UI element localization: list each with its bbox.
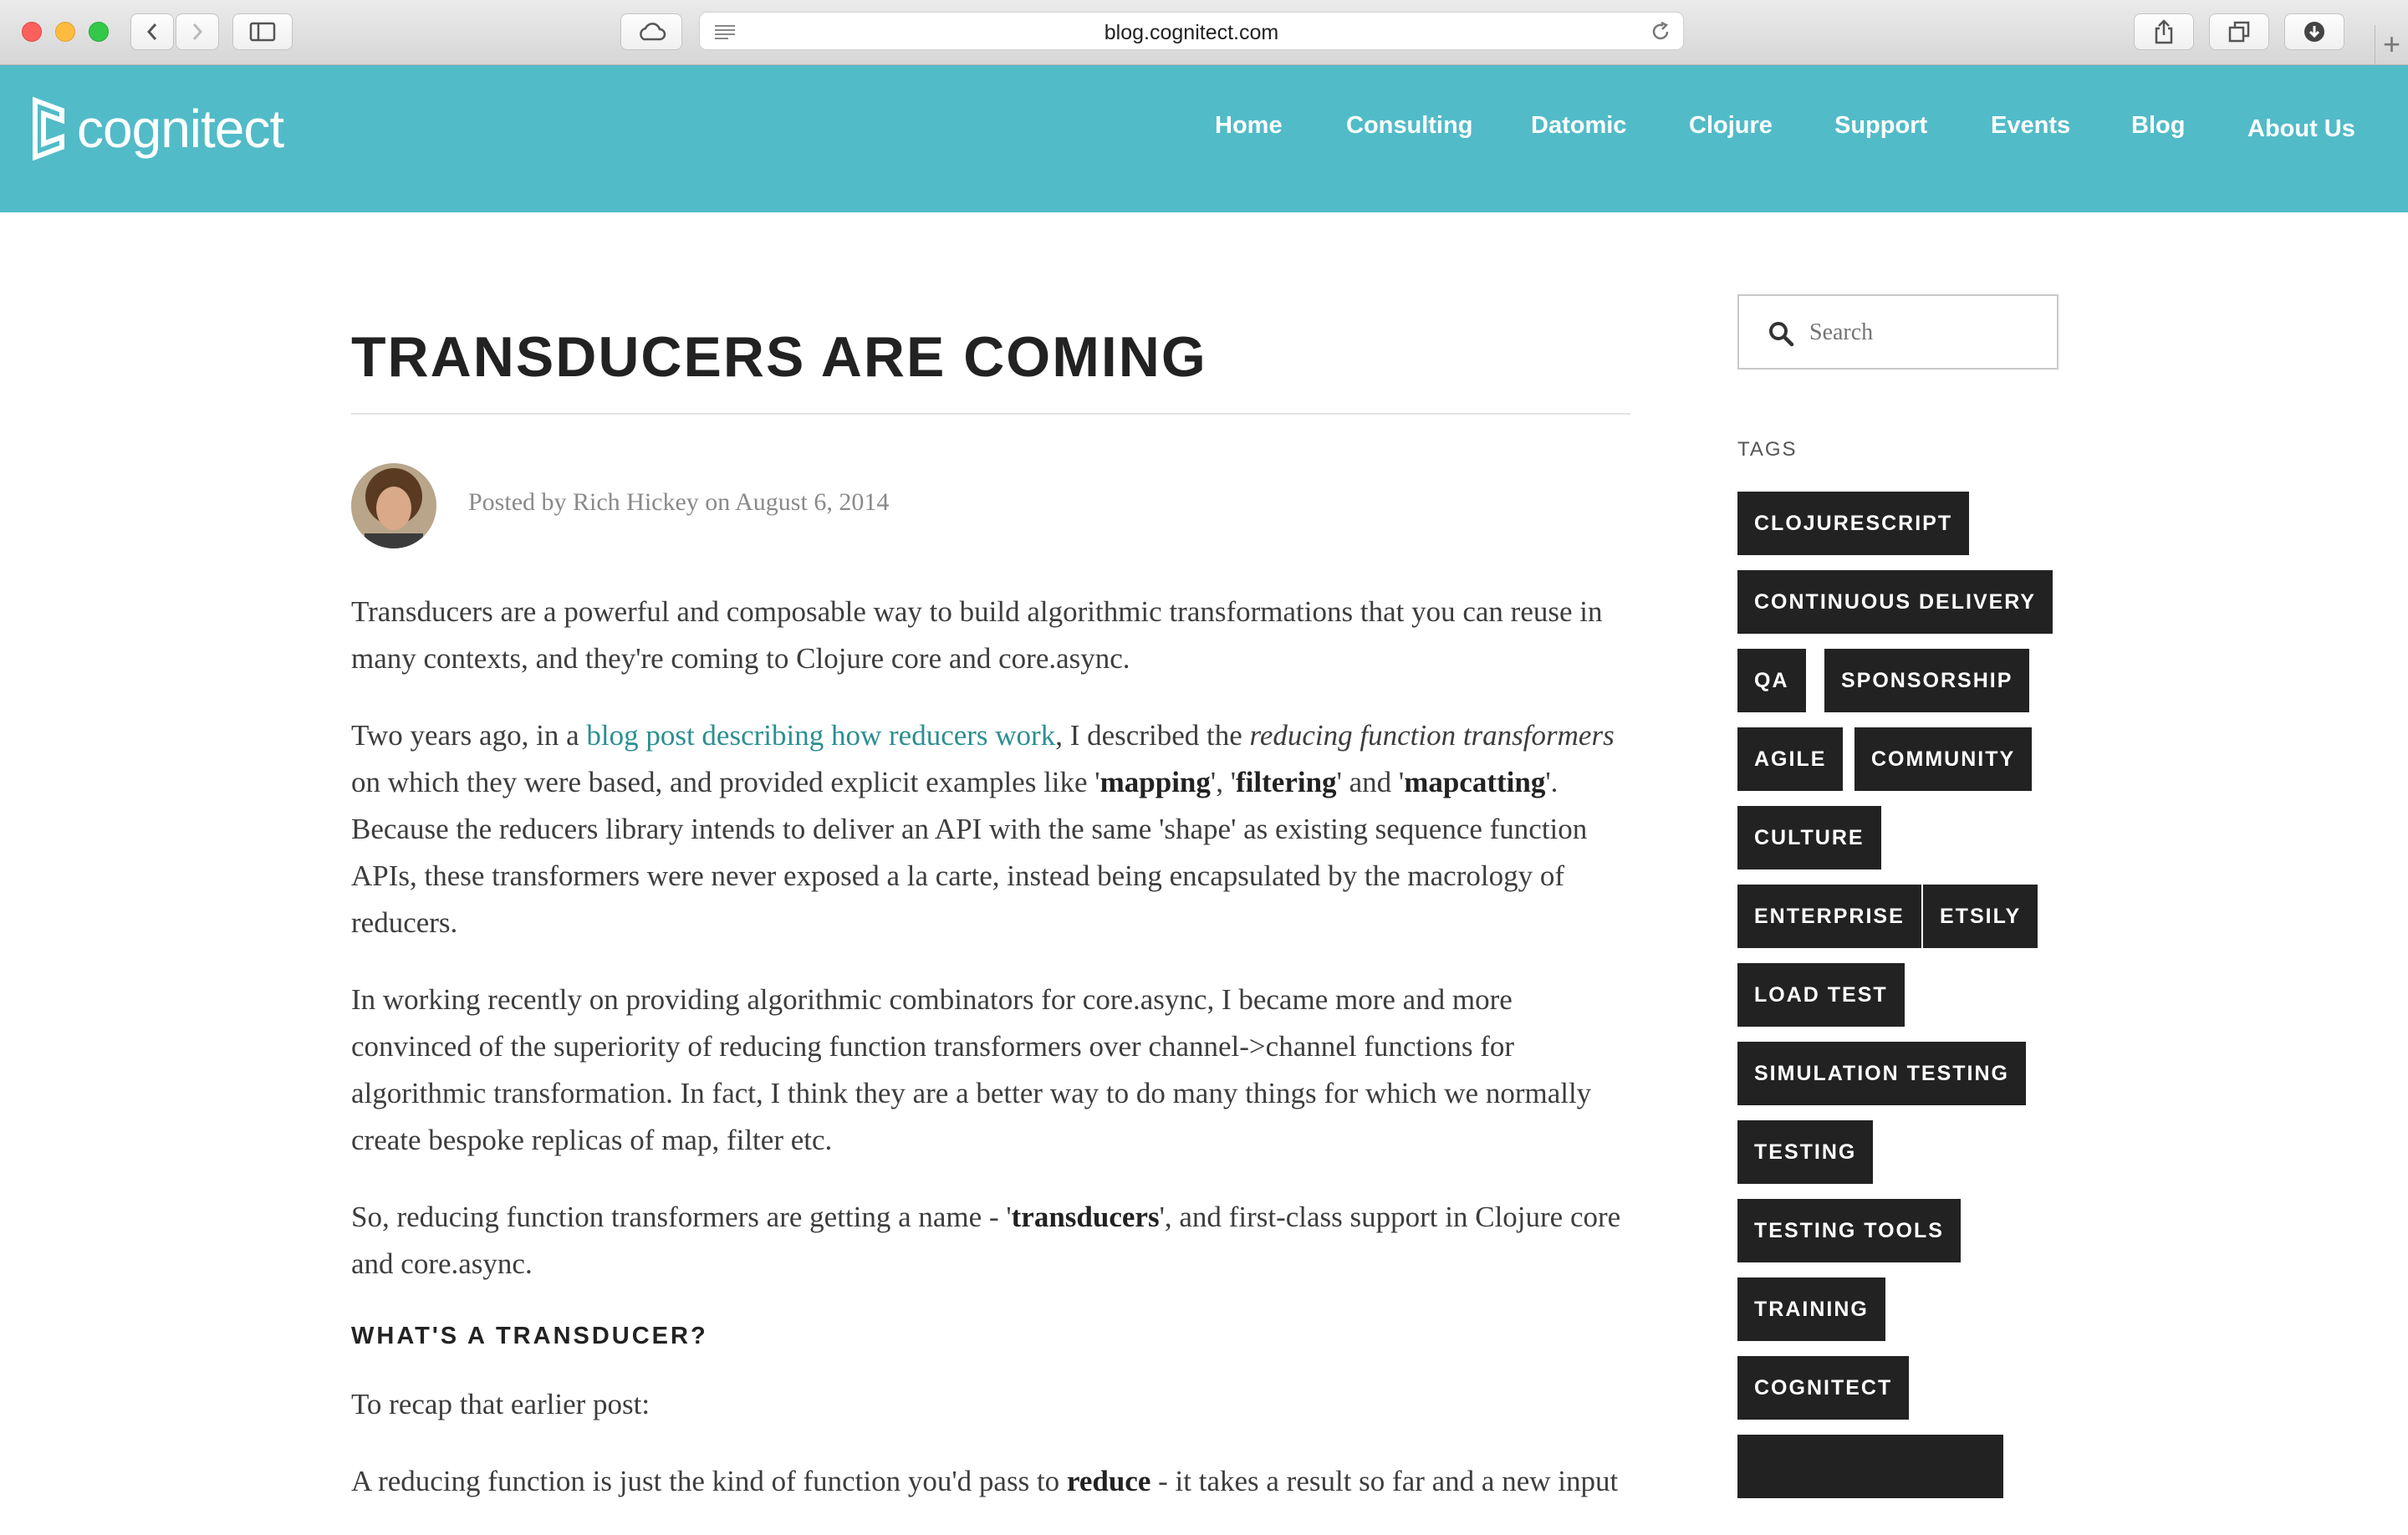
tag-culture[interactable]: CULTURE [1737, 806, 1881, 869]
nav-support[interactable]: Support [1834, 112, 1927, 140]
sidebar-icon [249, 22, 276, 42]
article-title: TRANSDUCERS ARE COMING [351, 325, 1207, 389]
tag-testing-tools[interactable]: TESTING TOOLS [1737, 1199, 1961, 1262]
title-divider [351, 413, 1630, 415]
search-box[interactable] [1737, 294, 2059, 370]
cognitect-mark-icon [33, 97, 64, 161]
tag-training[interactable]: TRAINING [1737, 1277, 1885, 1341]
reducers-post-link[interactable]: blog post describing how reducers work [586, 719, 1055, 752]
show-tabs-button[interactable] [2209, 13, 2269, 50]
search-icon [1769, 322, 1794, 347]
paragraph: To recap that earlier post: [351, 1388, 650, 1420]
site-header: cognitect Home Consulting Datomic Clojur… [0, 65, 2408, 212]
address-bar[interactable]: blog.cognitect.com [699, 12, 1684, 50]
zoom-window-button[interactable] [89, 22, 109, 42]
nav-clojure[interactable]: Clojure [1689, 112, 1773, 140]
paragraph: Two years ago, in a blog post describing… [351, 719, 1615, 939]
nav-consulting[interactable]: Consulting [1346, 112, 1472, 140]
new-tab-button[interactable]: + [2375, 25, 2408, 65]
paragraph: Transducers are a powerful and composabl… [351, 595, 1603, 675]
nav-datomic[interactable]: Datomic [1531, 112, 1626, 140]
section-heading: WHAT'S A TRANSDUCER? [351, 1323, 708, 1349]
share-button[interactable] [2134, 13, 2194, 50]
tag-sponsorship[interactable]: SPONSORSHIP [1824, 649, 2030, 712]
nav-blog[interactable]: Blog [2131, 112, 2185, 140]
tag-simulation-testing[interactable]: SIMULATION TESTING [1737, 1042, 2026, 1105]
tag-etsily[interactable]: ETSILY [1923, 885, 2038, 948]
cloud-icon [640, 23, 666, 41]
nav-home[interactable]: Home [1215, 112, 1283, 140]
forward-button[interactable] [176, 13, 219, 50]
tag-enterprise[interactable]: ENTERPRISE [1737, 885, 1921, 948]
tag-testing[interactable]: TESTING [1737, 1120, 1874, 1184]
tag-load-test[interactable]: LOAD TEST [1737, 963, 1905, 1027]
author-avatar [351, 463, 436, 548]
sidebar-toggle-button[interactable] [232, 13, 293, 50]
download-icon [2304, 22, 2324, 42]
post-byline: Posted by Rich Hickey on August 6, 2014 [468, 488, 890, 516]
tag-community[interactable]: COMMUNITY [1854, 727, 2033, 791]
tag-agile[interactable]: AGILE [1737, 727, 1844, 791]
tag-partially-visible[interactable] [1737, 1435, 2003, 1498]
tag-qa[interactable]: QA [1737, 649, 1806, 712]
icloud-tabs-button[interactable] [620, 13, 682, 50]
cognitect-logo[interactable]: cognitect [32, 97, 284, 161]
close-window-button[interactable] [22, 22, 42, 42]
share-icon [2155, 19, 2173, 44]
paragraph: So, reducing function transformers are g… [351, 1201, 1621, 1280]
chevron-left-icon [146, 23, 157, 40]
search-input[interactable] [1809, 314, 2043, 351]
tag-cognitect[interactable]: COGNITECT [1737, 1356, 1910, 1420]
nav-events[interactable]: Events [1991, 112, 2070, 140]
reload-icon[interactable] [1650, 21, 1671, 43]
back-button[interactable] [130, 13, 174, 50]
tag-continuous-delivery[interactable]: CONTINUOUS DELIVERY [1737, 570, 2053, 634]
paragraph: A reducing function is just the kind of … [351, 1465, 1619, 1497]
tag-clojurescript[interactable]: CLOJURESCRIPT [1737, 492, 1970, 555]
logo-text: cognitect [77, 99, 284, 159]
tabs-icon [2228, 21, 2250, 43]
url-text: blog.cognitect.com [1104, 21, 1279, 44]
chevron-right-icon [192, 23, 203, 40]
article-body: Transducers are a powerful and composabl… [351, 589, 1630, 1535]
nav-about-us[interactable]: About Us [2247, 115, 2355, 143]
minimize-window-button[interactable] [55, 22, 75, 42]
browser-toolbar: blog.cognitect.com + [0, 0, 2408, 65]
downloads-button[interactable] [2284, 13, 2344, 50]
paragraph: In working recently on providing algorit… [351, 983, 1592, 1156]
tags-heading: TAGS [1737, 438, 1798, 461]
